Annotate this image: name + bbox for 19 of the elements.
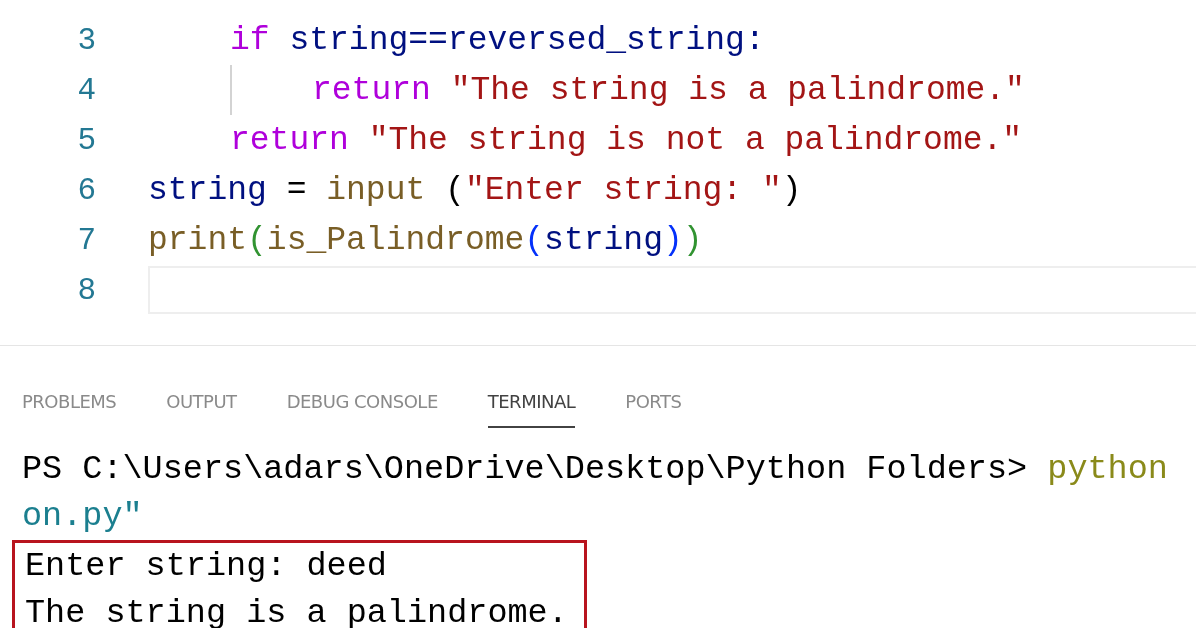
line-number: 8 (76, 272, 97, 308)
code-line: return "The string is a palindrome." (312, 71, 1025, 109)
panel-tab[interactable]: PROBLEMS (22, 391, 117, 428)
panel-tab[interactable]: PORTS (625, 391, 682, 428)
line-number: 5 (76, 122, 97, 158)
terminal-line: Enter string: deed (24, 546, 388, 587)
terminal-line: on.py" (21, 496, 144, 537)
line-number: 3 (76, 22, 97, 58)
code-line: print(is_Palindrome(string)) (148, 221, 703, 259)
line-number: 7 (76, 222, 97, 258)
line-number: 4 (76, 72, 97, 108)
panel-tab[interactable]: OUTPUT (166, 391, 237, 428)
code-line: if string==reversed_string: (230, 21, 765, 59)
terminal-line: PS C:\Users\adars\OneDrive\Desktop\Python Folders> python (21, 449, 1169, 490)
panel-tab[interactable]: TERMINAL (487, 391, 576, 428)
code-line: return "The string is not a palindrome." (230, 121, 1023, 159)
line-number: 6 (76, 172, 97, 208)
code-line: string = input ("Enter string: ") (148, 171, 802, 209)
panel-tab[interactable]: DEBUG CONSOLE (286, 391, 438, 428)
